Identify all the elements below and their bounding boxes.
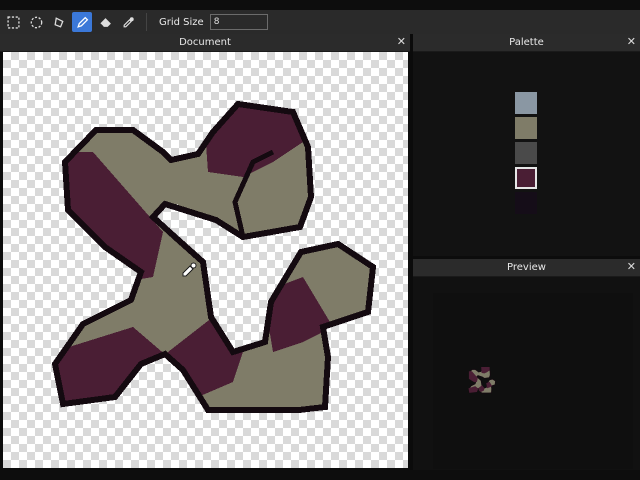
lasso-icon [53, 16, 64, 28]
palette-panel [413, 52, 640, 256]
eraser-tool[interactable] [95, 12, 115, 32]
palette-swatch[interactable] [515, 92, 537, 114]
pencil-icon [76, 16, 88, 28]
palette-swatch-selected[interactable] [515, 167, 537, 189]
preview-close-icon[interactable]: ✕ [627, 261, 636, 273]
toolbar: Grid Size [0, 10, 640, 34]
pixel-art-sprite [51, 100, 377, 413]
pencil-tool[interactable] [72, 12, 92, 32]
grid-size-label: Grid Size [159, 16, 204, 28]
palette-close-icon[interactable]: ✕ [627, 36, 636, 48]
palette-panel-header: Palette ✕ [413, 34, 640, 52]
window-top-strip [0, 0, 640, 10]
eraser-icon [99, 17, 111, 27]
palette-panel-title: Palette [509, 37, 544, 48]
ellipse-select-tool[interactable] [26, 12, 46, 32]
lasso-tool[interactable] [49, 12, 69, 32]
palette-swatch[interactable] [515, 117, 537, 139]
preview-panel-header: Preview ✕ [413, 259, 640, 277]
document-close-icon[interactable]: ✕ [397, 36, 406, 48]
preview-panel-title: Preview [507, 262, 546, 273]
grid-size-input[interactable] [209, 14, 268, 30]
eyedropper-icon [123, 16, 134, 27]
document-panel-title: Document [179, 37, 231, 48]
ellipse-select-icon [30, 16, 42, 28]
window-bottom-strip [0, 470, 640, 480]
document-panel-header: Document ✕ [0, 34, 410, 52]
palette-swatch[interactable] [515, 192, 537, 214]
eyedropper-tool[interactable] [118, 12, 138, 32]
toolbar-separator [146, 13, 147, 31]
rect-select-icon [6, 15, 20, 29]
document-canvas[interactable] [3, 52, 408, 468]
preview-viewport [433, 293, 633, 469]
rect-select-tool[interactable] [3, 12, 23, 32]
preview-sprite [468, 366, 497, 394]
palette-swatch[interactable] [515, 142, 537, 164]
preview-panel [413, 277, 640, 470]
